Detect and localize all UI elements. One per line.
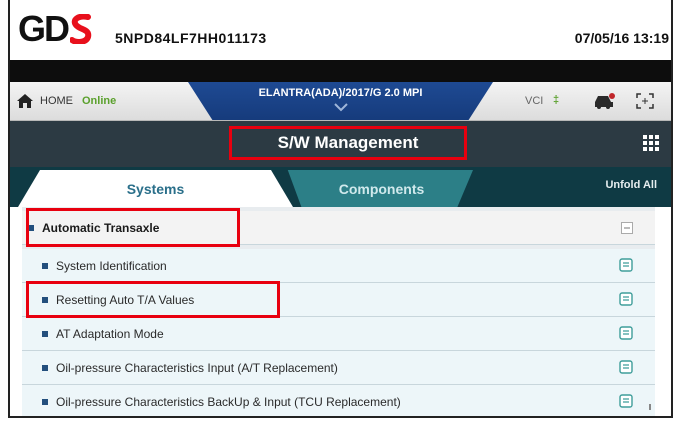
list-item[interactable]: System Identification: [22, 249, 655, 283]
divider-bar: [10, 60, 671, 82]
scrollbar[interactable]: [649, 404, 651, 410]
nav-bar: HOME Online ELANTRA(ADA)/2017/G 2.0 MPI …: [10, 82, 671, 121]
collapse-icon[interactable]: [621, 222, 633, 234]
grid-menu-icon[interactable]: [643, 135, 659, 151]
tab-components[interactable]: Components: [287, 170, 473, 207]
tab-systems[interactable]: Systems: [18, 170, 293, 207]
app-window: GD 5NPD84LF7HH011173 07/05/16 13:19 HOME…: [8, 0, 673, 418]
title-bar: GD 5NPD84LF7HH011173 07/05/16 13:19: [10, 0, 671, 60]
online-status: Online: [82, 95, 117, 107]
bullet-icon: [42, 262, 48, 269]
gds-logo: GD: [18, 11, 92, 47]
fullscreen-icon[interactable]: [636, 93, 654, 109]
bullet-icon: [42, 364, 48, 371]
document-icon[interactable]: [619, 258, 633, 272]
list-item[interactable]: Oil-pressure Characteristics BackUp & In…: [22, 385, 655, 416]
chevron-down-icon: [333, 103, 348, 112]
list-item-label: Oil-pressure Characteristics Input (A/T …: [56, 360, 338, 375]
bullet-icon: [42, 330, 48, 337]
home-link[interactable]: HOME: [40, 95, 73, 107]
unfold-all-button[interactable]: Unfold All: [605, 179, 657, 191]
system-list: Automatic Transaxle System Identificatio…: [22, 207, 655, 416]
list-item-label: System Identification: [56, 258, 167, 273]
bullet-icon: [42, 398, 48, 405]
document-icon[interactable]: [619, 292, 633, 306]
vci-status-indicator: ‡: [553, 94, 560, 106]
vci-label: VCI: [525, 95, 544, 107]
home-icon[interactable]: [16, 92, 34, 110]
vehicle-connection-icon[interactable]: [592, 91, 616, 111]
highlight-automatic-transaxle: [26, 208, 240, 247]
tab-components-label: Components: [338, 180, 425, 197]
document-icon[interactable]: [619, 394, 633, 408]
list-item[interactable]: AT Adaptation Mode: [22, 317, 655, 351]
list-item[interactable]: Oil-pressure Characteristics Input (A/T …: [22, 351, 655, 385]
vehicle-label: ELANTRA(ADA)/2017/G 2.0 MPI: [258, 87, 423, 99]
tab-systems-label: Systems: [126, 180, 185, 197]
page-header: S/W Management: [10, 121, 671, 167]
page-title: S/W Management: [277, 133, 419, 152]
tab-bar: Components Systems Unfold All: [10, 167, 671, 207]
vehicle-selector[interactable]: ELANTRA(ADA)/2017/G 2.0 MPI: [188, 82, 493, 120]
vin-number: 5NPD84LF7HH011173: [115, 30, 267, 46]
datetime: 07/05/16 13:19: [574, 30, 669, 46]
page-title-highlight: S/W Management: [229, 126, 467, 160]
document-icon[interactable]: [619, 326, 633, 340]
highlight-resetting-auto-ta: [26, 281, 280, 318]
document-icon[interactable]: [619, 360, 633, 374]
list-item-label: Oil-pressure Characteristics BackUp & In…: [56, 394, 401, 409]
list-item-label: AT Adaptation Mode: [56, 326, 164, 341]
